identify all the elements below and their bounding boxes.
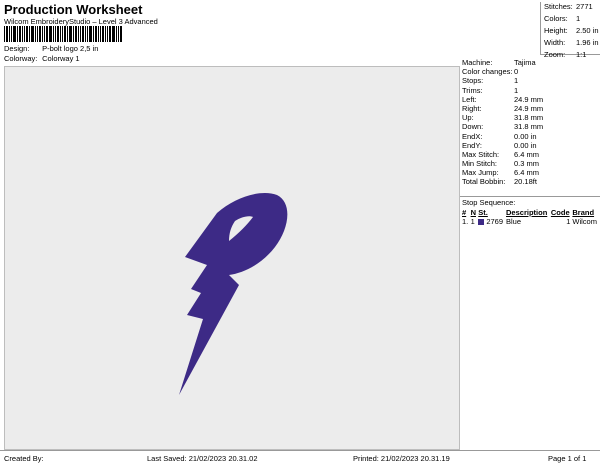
machine-info-panel: Machine: Tajima Color changes: 0 Stops: 1 T… <box>460 58 600 187</box>
table-header-row: # N St. Description Code Brand <box>462 208 600 217</box>
column-header: St. <box>478 208 488 217</box>
colorway-row: Colorway: Colorway 1 <box>4 54 80 63</box>
thread-brand: Wilcom <box>572 217 597 226</box>
info-label: EndX: <box>462 131 483 141</box>
info-label: Min Stitch: <box>462 159 498 169</box>
design-preview <box>4 66 460 450</box>
footer: Created By: Last Saved: 21/02/2023 20.31… <box>0 450 600 465</box>
info-label: Down: <box>462 122 484 132</box>
summary-row: Colors: 1 <box>541 14 600 26</box>
info-value: 0.3 mm <box>514 159 540 169</box>
info-row: Up: 31.8 mm <box>460 113 600 122</box>
info-value: 0.00 in <box>514 140 537 150</box>
info-label: Total Bobbin: <box>462 177 506 187</box>
design-label: Design: <box>4 44 30 53</box>
summary-value: 2.50 in <box>576 26 599 35</box>
info-label: Trims: <box>462 85 483 95</box>
info-row: Stops: 1 <box>460 76 600 85</box>
summary-row: Stitches: 2771 <box>541 2 600 14</box>
info-value: 0.00 in <box>514 131 537 141</box>
row-number: 1. <box>462 217 469 226</box>
info-row: Machine: Tajima <box>460 58 600 67</box>
color-swatch <box>478 219 485 226</box>
info-value: 24.9 mm <box>514 103 544 113</box>
summary-box: Stitches: 2771 Colors: 1 Height: 2.50 in Wi… <box>540 2 600 59</box>
info-row: Right: 24.9 mm <box>460 104 600 113</box>
info-row: Min Stitch: 0.3 mm <box>460 159 600 168</box>
info-row: Trims: 1 <box>460 86 600 95</box>
info-label: EndY: <box>462 140 483 150</box>
info-label: Color changes: <box>462 67 513 77</box>
info-label: Left: <box>462 94 477 104</box>
summary-label: Colors: <box>544 14 568 23</box>
colorway-value: Colorway 1 <box>42 54 80 63</box>
needle-number: 1 <box>470 217 475 226</box>
summary-row: Height: 2.50 in <box>541 26 600 38</box>
column-header: Description <box>506 208 548 217</box>
printed-date: Printed: 21/02/2023 20.31.19 <box>353 454 450 463</box>
info-value: 20.18ft <box>514 177 537 187</box>
summary-label: Width: <box>544 38 566 47</box>
column-header: # <box>462 208 467 217</box>
column-header: Brand <box>572 208 595 217</box>
p-bolt-logo-icon <box>179 193 288 395</box>
summary-label: Stitches: <box>544 2 573 11</box>
info-label: Max Jump: <box>462 168 499 178</box>
info-value: 1 <box>514 85 519 95</box>
summary-row: Width: 1.96 in <box>541 38 600 50</box>
info-label: Machine: <box>462 58 493 67</box>
info-value: 31.8 mm <box>514 122 544 132</box>
info-value: 0 <box>514 67 519 77</box>
info-value: 6.4 mm <box>514 149 540 159</box>
stop-sequence-title: Stop Sequence: <box>462 198 516 207</box>
page-number: Page 1 of 1 <box>548 454 587 463</box>
info-row: Max Stitch: 6.4 mm <box>460 150 600 159</box>
info-row: Down: 31.8 mm <box>460 122 600 131</box>
info-value: Tajima <box>514 58 536 67</box>
stitch-count: 2769 <box>486 217 504 226</box>
info-row: EndX: 0.00 in <box>460 132 600 141</box>
info-value: 24.9 mm <box>514 94 544 104</box>
barcode <box>4 26 154 42</box>
info-label: Max Stitch: <box>462 149 500 159</box>
thread-description: Blue <box>506 217 522 226</box>
info-row: Left: 24.9 mm <box>460 95 600 104</box>
column-header: Code <box>550 208 570 217</box>
design-row: Design: P-bolt logo 2,5 in <box>4 44 98 53</box>
info-row: EndY: 0.00 in <box>460 141 600 150</box>
info-value: 1 <box>514 76 519 86</box>
design-value: P-bolt logo 2,5 in <box>42 44 99 53</box>
info-row: Max Jump: 6.4 mm <box>460 168 600 177</box>
thread-code: 1 <box>566 217 571 226</box>
summary-value: 2771 <box>576 2 593 11</box>
info-label: Up: <box>462 113 474 123</box>
info-row: Total Bobbin: 20.18ft <box>460 177 600 186</box>
summary-value: 1.96 in <box>576 38 599 47</box>
table-row: 1. 1 2769 Blue 1 Wilcom <box>462 217 600 226</box>
summary-label: Height: <box>544 26 568 35</box>
info-label: Stops: <box>462 76 484 86</box>
column-header: N <box>470 208 476 217</box>
software-subtitle: Wilcom EmbroideryStudio – Level 3 Advanc… <box>4 17 158 26</box>
info-label: Right: <box>462 103 482 113</box>
info-value: 6.4 mm <box>514 168 540 178</box>
stop-sequence-panel: Stop Sequence: # N St. Description Code … <box>460 196 600 451</box>
created-by: Created By: <box>4 454 44 463</box>
summary-value: 1 <box>576 14 581 23</box>
last-saved: Last Saved: 21/02/2023 20.31.02 <box>147 454 258 463</box>
stop-sequence-table: # N St. Description Code Brand 1. 1 2769… <box>462 208 600 226</box>
info-row: Color changes: 0 <box>460 67 600 76</box>
colorway-label: Colorway: <box>4 54 38 63</box>
info-value: 31.8 mm <box>514 113 544 123</box>
page-title: Production Worksheet <box>4 2 143 17</box>
stitch-count-cell: 2769 <box>478 217 506 226</box>
